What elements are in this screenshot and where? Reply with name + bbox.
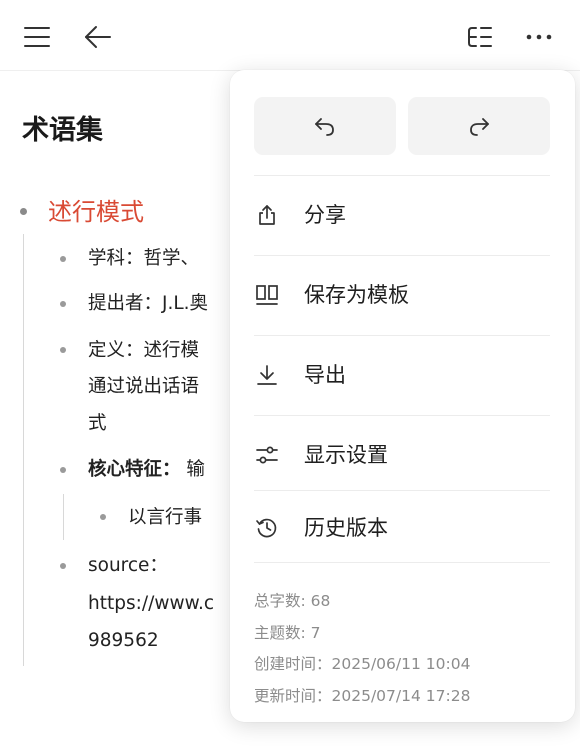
topic-count: 主题数: 7 — [254, 623, 321, 642]
document-title[interactable]: 术语集 — [22, 108, 103, 147]
menu-divider — [254, 562, 550, 563]
menu-item-label: 导出 — [304, 363, 346, 387]
mind-map-editor: 术语集 述行模式 学科：哲学、 提出者：J.L.奥 定义：述行模 通过说出话语 … — [0, 0, 580, 746]
created-time: 创建时间：2025/06/11 10:04 — [254, 655, 471, 673]
outline-collapse-icon[interactable] — [465, 22, 495, 52]
menu-divider — [254, 335, 550, 336]
menu-item-label: 保存为模板 — [304, 283, 409, 307]
bullet[interactable] — [60, 347, 66, 353]
list-item-line[interactable]: 式 — [88, 407, 107, 440]
menu-item-export[interactable]: 导出 — [230, 345, 575, 405]
root-topic[interactable]: 述行模式 — [48, 192, 144, 227]
template-icon — [252, 280, 282, 310]
top-toolbar — [0, 0, 580, 71]
updated-time: 更新时间：2025/07/14 17:28 — [254, 686, 471, 705]
bullet[interactable] — [60, 467, 66, 473]
more-menu: 分享 保存为模板 导出 显示设置 历史版本 总字数: 68 主题数: 7 创建时… — [230, 70, 575, 722]
undo-icon — [315, 118, 334, 136]
root-guide-line — [23, 234, 24, 666]
history-icon — [252, 513, 282, 543]
undo-button[interactable] — [254, 97, 396, 155]
document-stats: 总字数: 68 主题数: 7 创建时间：2025/06/11 10:04 更新时… — [254, 586, 470, 712]
bullet[interactable] — [60, 301, 66, 307]
hamburger-icon[interactable] — [22, 22, 52, 52]
item-text: 输 — [180, 459, 205, 480]
list-item-line[interactable]: 通过说出话语 — [88, 370, 199, 403]
menu-item-label: 分享 — [304, 203, 346, 227]
list-item[interactable]: 核心特征： 输 — [88, 453, 205, 486]
bullet[interactable] — [60, 256, 66, 262]
download-icon — [252, 360, 282, 390]
more-horizontal-icon[interactable] — [524, 22, 554, 52]
arrow-left-icon[interactable] — [83, 22, 113, 52]
menu-divider — [254, 490, 550, 491]
redo-icon — [470, 118, 489, 136]
bullet[interactable] — [60, 563, 66, 569]
list-item-line[interactable]: 定义：述行模 — [88, 334, 199, 367]
list-item[interactable]: 提出者：J.L.奥 — [88, 287, 208, 320]
list-item-line[interactable]: source： — [88, 549, 168, 582]
menu-divider — [254, 255, 550, 256]
bullet[interactable] — [100, 514, 106, 520]
list-item-line[interactable]: https://www.c — [88, 587, 214, 620]
menu-item-save-template[interactable]: 保存为模板 — [230, 265, 575, 325]
redo-button[interactable] — [408, 97, 550, 155]
menu-item-display-settings[interactable]: 显示设置 — [230, 425, 575, 485]
sliders-icon — [252, 440, 282, 470]
list-item[interactable]: 学科：哲学、 — [88, 242, 199, 275]
child-guide-line — [63, 494, 64, 540]
menu-item-history[interactable]: 历史版本 — [230, 498, 575, 558]
share-icon — [252, 200, 282, 230]
menu-divider — [254, 175, 550, 176]
root-bullet[interactable] — [20, 208, 27, 215]
item-label: 核心特征： — [88, 459, 181, 480]
list-item-line[interactable]: 989562 — [88, 624, 159, 657]
menu-divider — [254, 415, 550, 416]
menu-item-share[interactable]: 分享 — [230, 185, 575, 245]
word-count: 总字数: 68 — [254, 592, 331, 610]
list-item[interactable]: 以言行事 — [128, 501, 202, 534]
menu-item-label: 历史版本 — [304, 516, 388, 540]
menu-item-label: 显示设置 — [304, 443, 388, 467]
